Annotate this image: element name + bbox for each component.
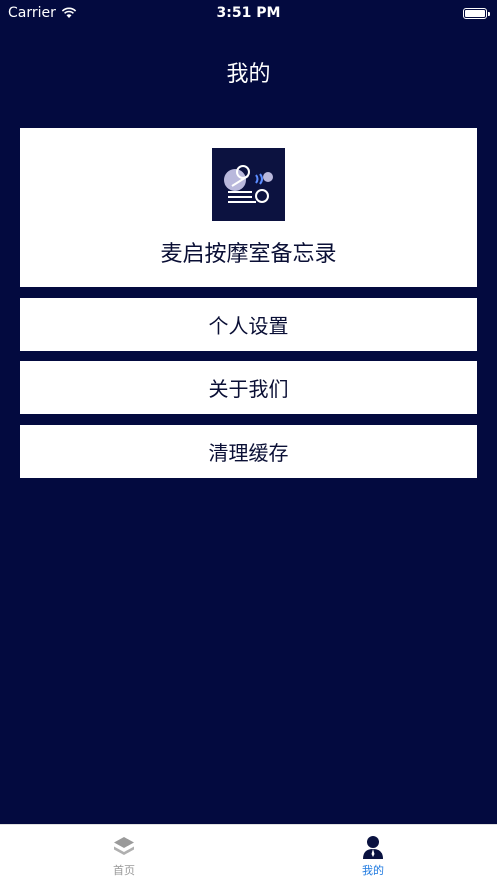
tab-mine-label: 我的 <box>362 864 384 877</box>
page-title: 我的 <box>226 62 271 87</box>
person-icon <box>363 836 383 859</box>
tab-bar: 首页 我的 <box>0 824 497 883</box>
menu-item-clear-cache[interactable]: 清理缓存 <box>20 425 477 478</box>
tab-home-label: 首页 <box>113 864 135 877</box>
battery-icon <box>463 8 490 19</box>
menu-item-label: 个人设置 <box>208 314 289 338</box>
menu-item-label: 关于我们 <box>208 377 289 401</box>
status-bar: Carrier 3:51 PM <box>0 0 497 26</box>
app-logo-icon <box>212 148 285 221</box>
app-info-card: 麦启按摩室备忘录 <box>20 128 477 287</box>
tab-mine[interactable]: 我的 <box>249 825 497 883</box>
status-time: 3:51 PM <box>216 5 281 21</box>
menu-item-label: 清理缓存 <box>208 441 289 465</box>
menu-item-about-us[interactable]: 关于我们 <box>20 361 477 414</box>
layers-icon <box>114 837 134 855</box>
menu-item-personal-settings[interactable]: 个人设置 <box>20 298 477 351</box>
tab-home[interactable]: 首页 <box>0 825 248 883</box>
app-name: 麦启按摩室备忘录 <box>160 242 337 267</box>
